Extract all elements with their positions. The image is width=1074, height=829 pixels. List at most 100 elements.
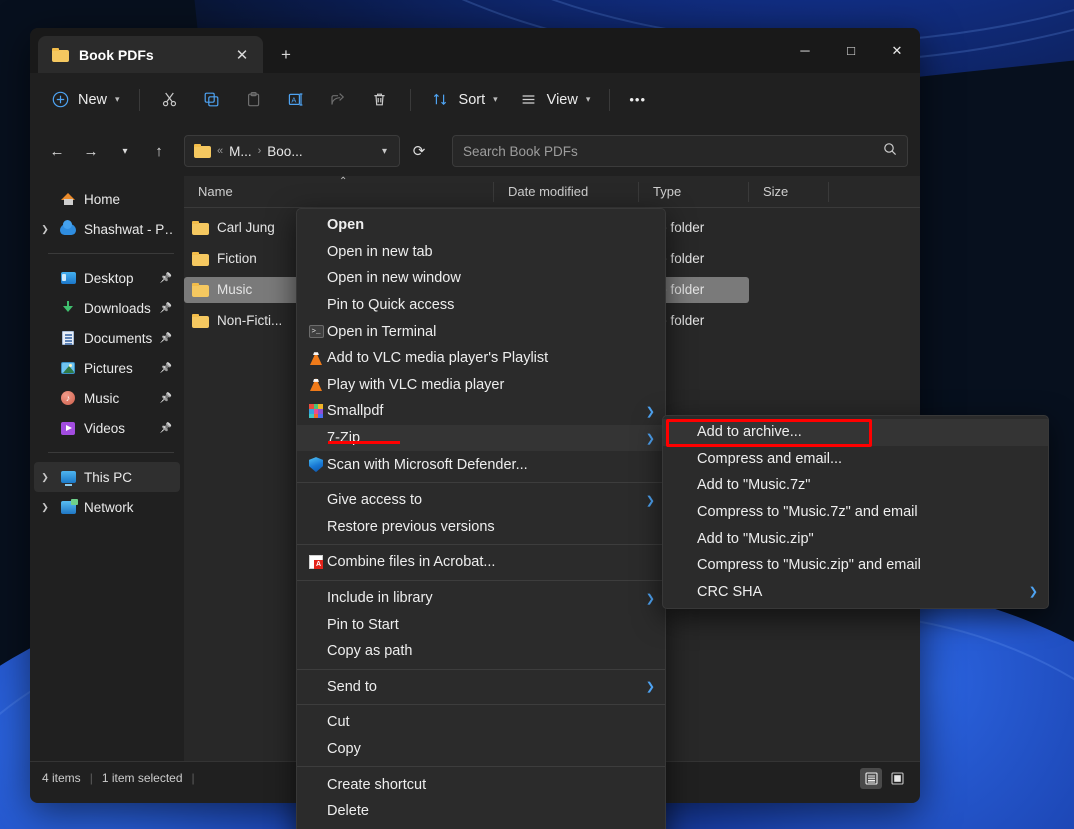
chevron-right-icon[interactable]: ❯: [38, 472, 52, 483]
menu-item-add-to-archive[interactable]: Add to archive...: [663, 419, 1048, 446]
sort-button[interactable]: Sort ▾: [421, 83, 507, 117]
menu-item-copy[interactable]: Copy: [297, 736, 665, 763]
menu-item-open-in-new-tab[interactable]: Open in new tab: [297, 239, 665, 266]
menu-item-rename[interactable]: Rename: [297, 824, 665, 829]
menu-item-add-to-music-7z[interactable]: Add to "Music.7z": [663, 472, 1048, 499]
sidebar-item-videos[interactable]: Videos📌: [34, 413, 180, 443]
rename-button[interactable]: A: [276, 83, 316, 117]
toolbar-divider-3: [609, 89, 610, 111]
new-tab-button[interactable]: +: [273, 42, 299, 68]
sort-button-label: Sort: [459, 92, 486, 108]
explorer-tab[interactable]: Book PDFs ✕: [38, 36, 263, 73]
breadcrumb-segment-1[interactable]: M...: [229, 144, 252, 159]
sidebar-divider: [48, 452, 174, 453]
sidebar-item-desktop[interactable]: Desktop📌: [34, 263, 180, 293]
chevron-right-icon[interactable]: ❯: [38, 224, 52, 235]
breadcrumb-overflow-icon[interactable]: «: [217, 145, 223, 157]
menu-item-compress-to-music-zip-and-email[interactable]: Compress to "Music.zip" and email: [663, 552, 1048, 579]
menu-item-crc-sha[interactable]: CRC SHA❯: [663, 579, 1048, 606]
folder-icon: [192, 283, 209, 297]
sort-icon: [430, 89, 452, 111]
sidebar-item-documents[interactable]: Documents📌: [34, 323, 180, 353]
menu-item-smallpdf[interactable]: Smallpdf❯: [297, 398, 665, 425]
refresh-button[interactable]: ⟳: [404, 136, 434, 166]
icon-slot: [59, 419, 77, 437]
menu-item-create-shortcut[interactable]: Create shortcut: [297, 771, 665, 798]
navigation-sidebar: Home ❯ Shashwat - P… Desktop📌Downloads📌Docu…: [30, 176, 184, 761]
sidebar-item-home[interactable]: Home: [34, 184, 180, 214]
menu-item-label: Compress to "Music.7z" and email: [697, 504, 1038, 520]
pin-icon[interactable]: 📌: [160, 423, 172, 434]
pin-icon[interactable]: 📌: [160, 333, 172, 344]
pin-icon[interactable]: 📌: [160, 303, 172, 314]
menu-item-open[interactable]: Open: [297, 212, 665, 239]
sidebar-item-this-pc[interactable]: ❯This PC: [34, 462, 180, 492]
menu-item-give-access-to[interactable]: Give access to❯: [297, 487, 665, 514]
pin-icon[interactable]: 📌: [160, 273, 172, 284]
title-bar: Book PDFs ✕ + ─ □ ✕: [30, 28, 920, 73]
menu-item-open-in-terminal[interactable]: >_Open in Terminal: [297, 318, 665, 345]
menu-item-play-with-vlc-media-player[interactable]: Play with VLC media player: [297, 372, 665, 399]
menu-item-copy-as-path[interactable]: Copy as path: [297, 638, 665, 665]
chevron-right-icon[interactable]: ❯: [38, 502, 52, 513]
icon-slot: [59, 389, 77, 407]
cut-button[interactable]: [150, 83, 190, 117]
menu-item-cut[interactable]: Cut: [297, 709, 665, 736]
status-separator: |: [90, 771, 93, 785]
menu-item-scan-with-microsoft-defender[interactable]: Scan with Microsoft Defender...: [297, 451, 665, 478]
sidebar-divider: [48, 253, 174, 254]
sidebar-item-music[interactable]: Music📌: [34, 383, 180, 413]
close-window-button[interactable]: ✕: [874, 28, 920, 73]
address-breadcrumb-bar[interactable]: « M... › Boo... ▾: [184, 135, 400, 167]
breadcrumb-segment-2[interactable]: Boo...: [267, 144, 302, 159]
recent-locations-button[interactable]: ▾: [110, 136, 140, 166]
back-button[interactable]: ←: [42, 136, 72, 166]
menu-item-include-in-library[interactable]: Include in library❯: [297, 585, 665, 612]
search-input[interactable]: [463, 144, 883, 159]
sidebar-item-network[interactable]: ❯Network: [34, 492, 180, 522]
menu-item-add-to-vlc-media-player-s-playlist[interactable]: Add to VLC media player's Playlist: [297, 345, 665, 372]
menu-item-compress-and-email[interactable]: Compress and email...: [663, 446, 1048, 473]
column-header-date-modified[interactable]: Date modified: [494, 182, 639, 202]
sidebar-item-label: Shashwat - P…: [84, 222, 172, 237]
menu-item-compress-to-music-7z-and-email[interactable]: Compress to "Music.7z" and email: [663, 499, 1048, 526]
chevron-right-icon: ❯: [638, 680, 655, 693]
chevron-down-icon[interactable]: ▾: [376, 146, 393, 157]
new-button[interactable]: New ▾: [40, 83, 129, 117]
up-button[interactable]: ↑: [144, 136, 174, 166]
forward-button[interactable]: →: [76, 136, 106, 166]
column-header-type[interactable]: Type: [639, 182, 749, 202]
more-options-button[interactable]: •••: [620, 83, 655, 117]
menu-item-open-in-new-window[interactable]: Open in new window: [297, 265, 665, 292]
menu-item-label: Combine files in Acrobat...: [327, 554, 655, 570]
copy-button[interactable]: [192, 83, 232, 117]
view-button[interactable]: View ▾: [509, 83, 600, 117]
minimize-button[interactable]: ─: [782, 28, 828, 73]
menu-item-label: Add to archive...: [697, 424, 1038, 440]
maximize-button[interactable]: □: [828, 28, 874, 73]
pin-icon[interactable]: 📌: [160, 363, 172, 374]
sidebar-item-downloads[interactable]: Downloads📌: [34, 293, 180, 323]
share-button[interactable]: [318, 83, 358, 117]
details-view-icon[interactable]: [860, 768, 882, 789]
menu-item-send-to[interactable]: Send to❯: [297, 674, 665, 701]
menu-separator: [297, 669, 665, 670]
menu-item-pin-to-quick-access[interactable]: Pin to Quick access: [297, 292, 665, 319]
menu-item-7-zip[interactable]: 7-Zip❯: [297, 425, 665, 452]
delete-button[interactable]: [360, 83, 400, 117]
pin-icon[interactable]: 📌: [160, 393, 172, 404]
search-box[interactable]: [452, 135, 908, 167]
close-tab-icon[interactable]: ✕: [229, 42, 255, 68]
sidebar-item-pictures[interactable]: Pictures📌: [34, 353, 180, 383]
menu-item-combine-files-in-acrobat[interactable]: Combine files in Acrobat...: [297, 549, 665, 576]
menu-item-delete[interactable]: Delete: [297, 798, 665, 825]
menu-item-add-to-music-zip[interactable]: Add to "Music.zip": [663, 525, 1048, 552]
terminal-icon: >_: [309, 325, 324, 338]
menu-item-restore-previous-versions[interactable]: Restore previous versions: [297, 514, 665, 541]
menu-item-label: Give access to: [327, 492, 638, 508]
large-icons-view-icon[interactable]: [886, 768, 908, 789]
menu-item-pin-to-start[interactable]: Pin to Start: [297, 611, 665, 638]
sidebar-item-shashwat-p[interactable]: ❯ Shashwat - P…: [34, 214, 180, 244]
column-header-size[interactable]: Size: [749, 182, 829, 202]
paste-button[interactable]: [234, 83, 274, 117]
